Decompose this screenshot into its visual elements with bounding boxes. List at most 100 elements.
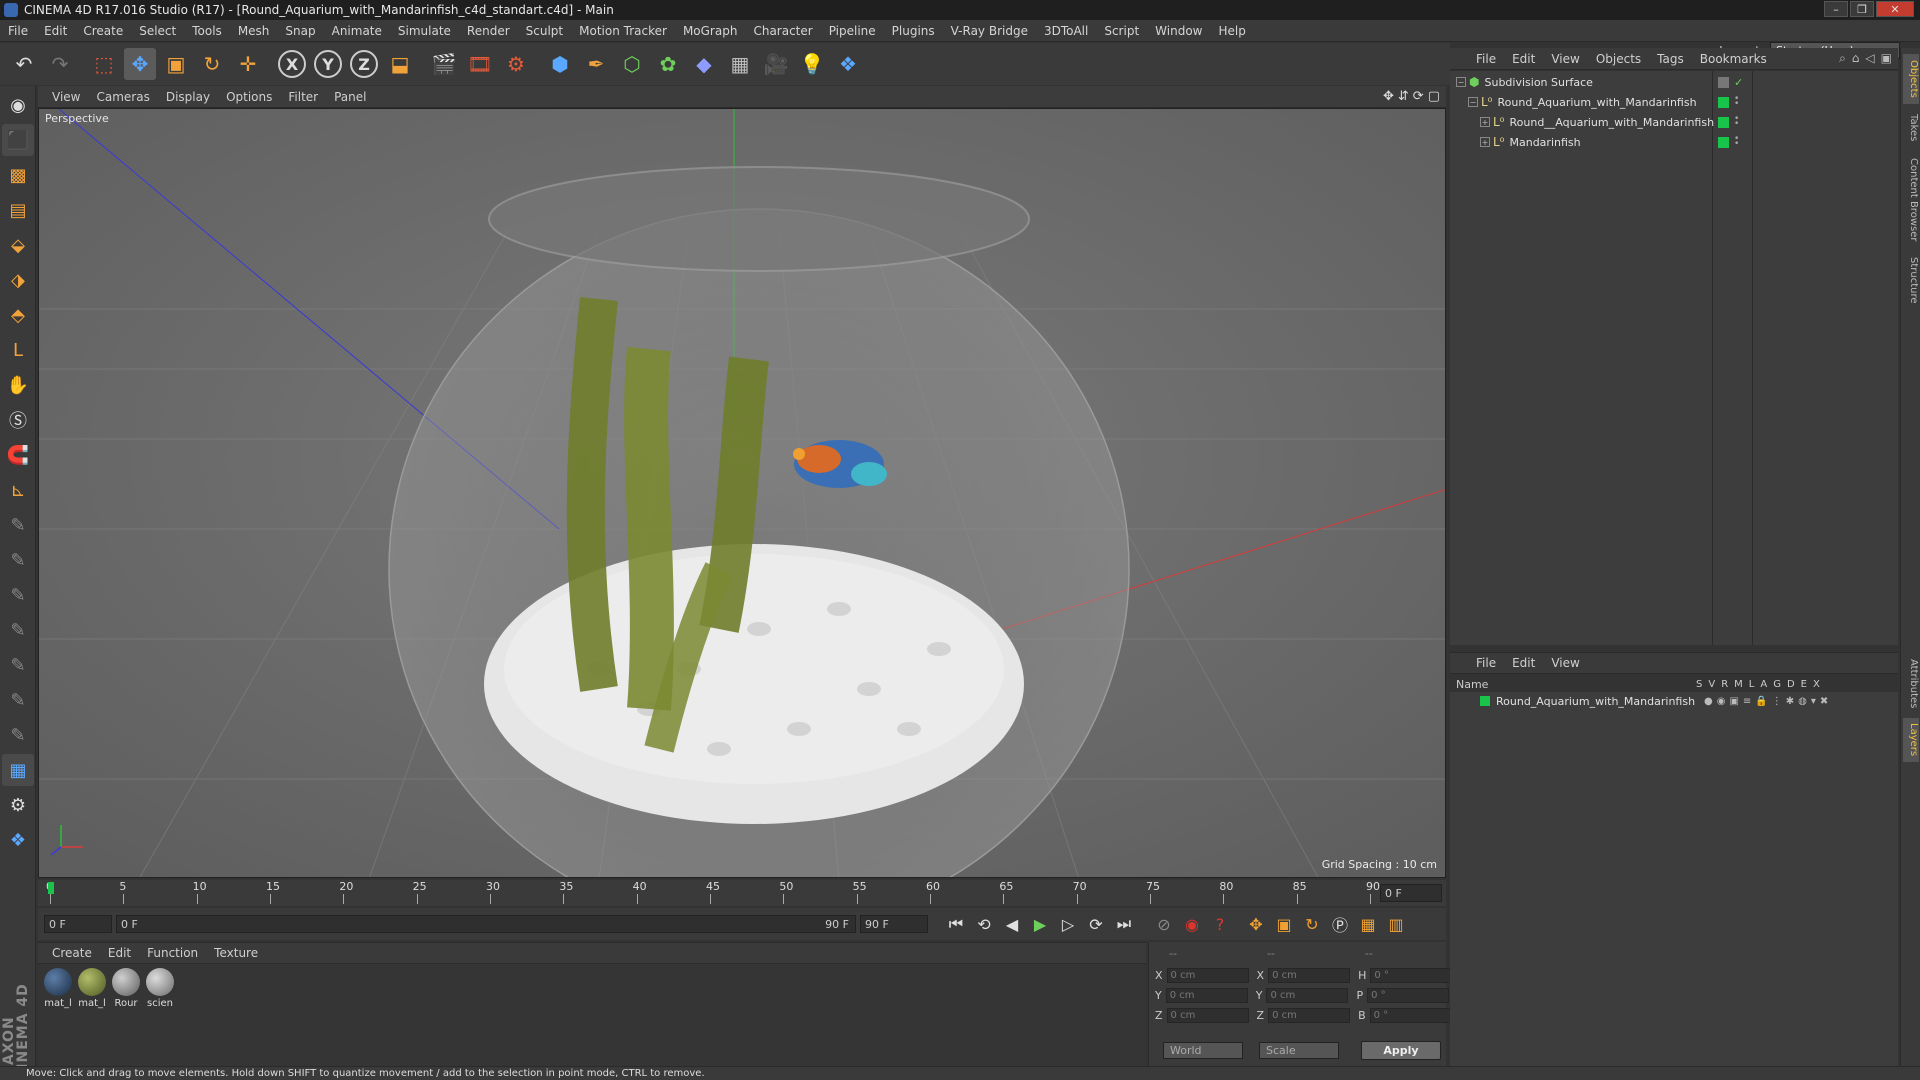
menu-help[interactable]: Help [1210, 24, 1253, 38]
layers-menu-file[interactable]: File [1468, 656, 1504, 670]
size-mode-dropdown[interactable]: Scale [1259, 1042, 1339, 1059]
key-pla-button[interactable]: ▦ [1355, 911, 1381, 937]
material-menu-function[interactable]: Function [139, 946, 206, 960]
menu-pipeline[interactable]: Pipeline [821, 24, 884, 38]
coordinate-system-button[interactable]: ⬓ [384, 48, 416, 80]
render-icon[interactable]: ▣ [1729, 696, 1738, 707]
workplane-axis-button[interactable]: ⊾ [2, 474, 34, 506]
menu-script[interactable]: Script [1096, 24, 1147, 38]
material-menu-create[interactable]: Create [44, 946, 100, 960]
undo-button[interactable]: ↶ [8, 48, 40, 80]
polygons-mode-button[interactable]: ⬘ [2, 299, 34, 331]
visibility-dots-icon[interactable]: • • [1734, 95, 1739, 109]
material-item[interactable]: Rour [110, 968, 142, 1009]
previous-frame-button[interactable]: ◀ [999, 911, 1025, 937]
generator-icon[interactable]: ✱ [1786, 696, 1794, 707]
object-row[interactable]: − L⁰ Round_Aquarium_with_Mandarinfish • • [1450, 92, 1898, 112]
layer-color-swatch[interactable] [1480, 696, 1490, 706]
objects-menu-tags[interactable]: Tags [1649, 52, 1692, 66]
render-view-button[interactable]: 🎬 [428, 48, 460, 80]
move-tool-button[interactable]: ✥ [124, 48, 156, 80]
xref-icon[interactable]: ✖ [1820, 696, 1828, 707]
menu-animate[interactable]: Animate [324, 24, 390, 38]
menu-window[interactable]: Window [1147, 24, 1210, 38]
pan-icon[interactable]: ✥ [1383, 89, 1394, 104]
menu-create[interactable]: Create [75, 24, 131, 38]
object-row[interactable]: − ⬢ Subdivision Surface ✓ [1450, 72, 1898, 92]
material-menu-texture[interactable]: Texture [206, 946, 266, 960]
visibility-dots-icon[interactable]: • • [1734, 115, 1739, 129]
solo-icon[interactable]: ● [1704, 696, 1713, 707]
menu-file[interactable]: File [0, 24, 36, 38]
collapse-icon[interactable]: − [1456, 77, 1466, 87]
tab-layers[interactable]: Layers [1903, 718, 1919, 762]
key-scale-button[interactable]: ▣ [1271, 911, 1297, 937]
menu-snap[interactable]: Snap [277, 24, 323, 38]
points-mode-button[interactable]: ⬙ [2, 229, 34, 261]
object-row[interactable]: + L⁰ Round__Aquarium_with_Mandarinfish •… [1450, 112, 1898, 132]
rotation-h-field[interactable]: 0 ° [1370, 967, 1453, 983]
menu-motion-tracker[interactable]: Motion Tracker [571, 24, 675, 38]
position-z-field[interactable]: 0 cm [1166, 1007, 1249, 1023]
tab-takes[interactable]: Takes [1903, 108, 1919, 148]
axis-mode-button[interactable]: L [2, 334, 34, 366]
cube-button[interactable]: ⬢ [544, 48, 576, 80]
3d-viewport[interactable]: Perspective Grid Spacing : 10 cm [38, 108, 1446, 878]
minimize-button[interactable]: – [1824, 1, 1848, 17]
camera-button[interactable]: 🎥 [760, 48, 792, 80]
record-active-button[interactable]: ◉ [1179, 911, 1205, 937]
deformer-button[interactable]: ◆ [688, 48, 720, 80]
timeline-ruler[interactable]: 051015202530354045505560657075808590 0 F [38, 880, 1446, 906]
end-frame-field[interactable]: 90 F [860, 915, 928, 933]
brush-tool-2-button[interactable]: ✎ [2, 544, 34, 576]
start-frame-field[interactable]: 0 F [44, 915, 112, 933]
close-button[interactable]: ✕ [1876, 1, 1914, 17]
viewport-menu-cameras[interactable]: Cameras [88, 90, 157, 104]
viewport-menu-options[interactable]: Options [218, 90, 280, 104]
orbit-icon[interactable]: ⟳ [1413, 89, 1424, 104]
home-icon[interactable]: ⌂ [1852, 51, 1860, 66]
cloner-button[interactable]: ✿ [652, 48, 684, 80]
animation-icon[interactable]: ⋮ [1772, 696, 1782, 707]
objects-menu-objects[interactable]: Objects [1588, 52, 1649, 66]
viewport-menu-panel[interactable]: Panel [326, 90, 374, 104]
render-picture-viewer-button[interactable]: 🎞 [464, 48, 496, 80]
apply-button[interactable]: Apply [1361, 1041, 1441, 1060]
subdivision-button[interactable]: ⬡ [616, 48, 648, 80]
key-parameter-button[interactable]: Ⓟ [1327, 911, 1353, 937]
menu-vray-bridge[interactable]: V-Ray Bridge [943, 24, 1036, 38]
layer-color-tag[interactable] [1718, 136, 1729, 148]
magnet-button[interactable]: 🧲 [2, 439, 34, 471]
layer-color-tag[interactable] [1718, 96, 1729, 108]
dolly-icon[interactable]: ⇵ [1398, 89, 1409, 104]
material-item[interactable]: mat_l [42, 968, 74, 1009]
menu-plugins[interactable]: Plugins [884, 24, 943, 38]
size-x-field[interactable]: 0 cm [1268, 967, 1351, 983]
timeline-layout-button[interactable]: ▥ [1383, 911, 1409, 937]
expand-icon[interactable]: + [1480, 117, 1490, 127]
position-y-field[interactable]: 0 cm [1165, 987, 1248, 1003]
z-axis-button[interactable]: Z [348, 48, 380, 80]
menu-mesh[interactable]: Mesh [230, 24, 278, 38]
y-axis-button[interactable]: Y [312, 48, 344, 80]
tab-content-browser[interactable]: Content Browser [1903, 152, 1919, 248]
deformer-icon[interactable]: ◍ [1798, 696, 1807, 707]
collapse-icon[interactable]: − [1468, 97, 1478, 107]
visibility-dots-icon[interactable]: • • [1734, 135, 1739, 149]
layers-menu-view[interactable]: View [1543, 656, 1587, 670]
x-axis-button[interactable]: X [276, 48, 308, 80]
objects-menu-edit[interactable]: Edit [1504, 52, 1543, 66]
snap-button[interactable]: Ⓢ [2, 404, 34, 436]
menu-tools[interactable]: Tools [184, 24, 230, 38]
playhead[interactable] [48, 882, 54, 894]
search-icon[interactable]: ⌕ [1839, 51, 1846, 66]
python-button[interactable]: ❖ [832, 48, 864, 80]
layer-row[interactable]: Round_Aquarium_with_Mandarinfish ● ◉ ▣ ≡… [1450, 692, 1898, 710]
eye-icon[interactable]: ◉ [1717, 696, 1726, 707]
tab-objects[interactable]: Objects [1903, 54, 1919, 104]
frame-range-slider[interactable]: 0 F 90 F [116, 915, 856, 933]
brush-tool-4-button[interactable]: ✎ [2, 614, 34, 646]
floor-button[interactable]: ▦ [724, 48, 756, 80]
viewport-menu-filter[interactable]: Filter [280, 90, 326, 104]
menu-edit[interactable]: Edit [36, 24, 75, 38]
